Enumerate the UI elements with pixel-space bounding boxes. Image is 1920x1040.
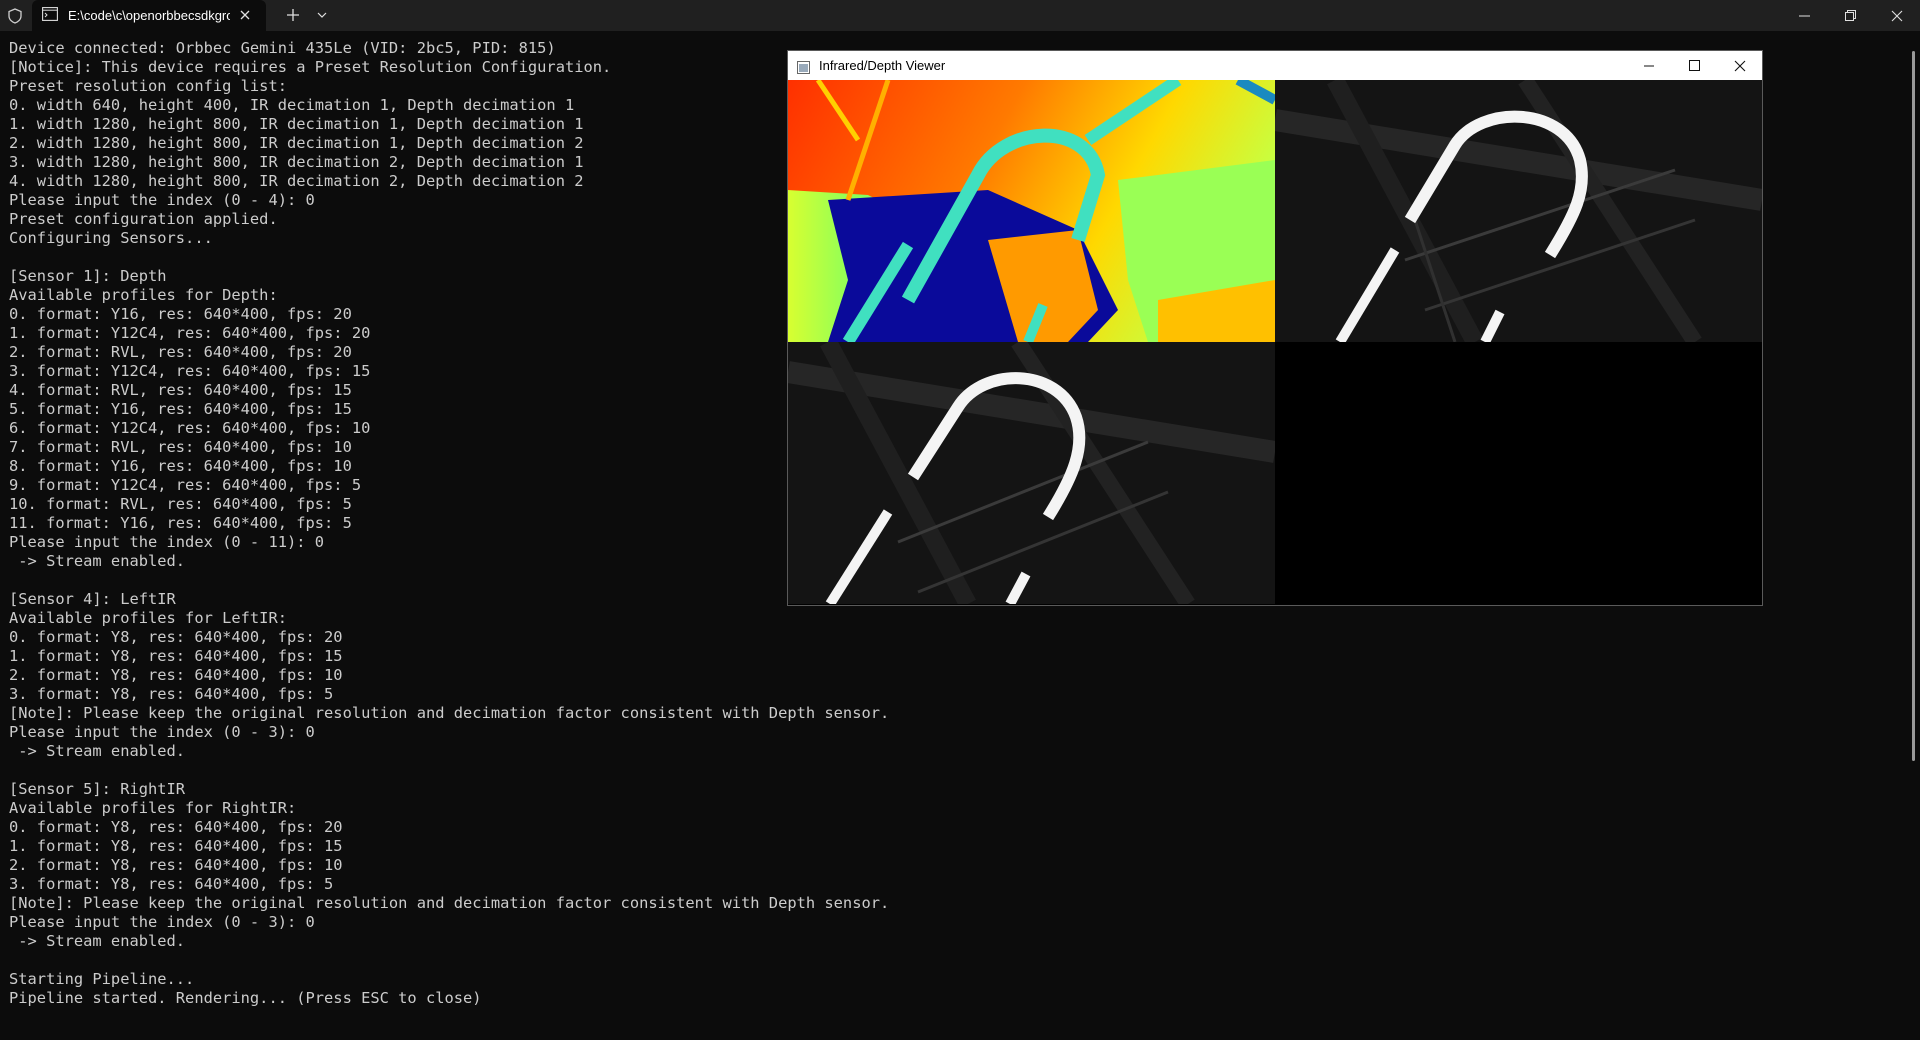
terminal-line: 3. format: Y8, res: 640*400, fps: 5	[9, 685, 334, 703]
terminal-line: 3. format: Y8, res: 640*400, fps: 5	[9, 875, 334, 893]
right-ir-image	[788, 342, 1275, 604]
minimize-icon[interactable]	[1782, 0, 1828, 31]
terminal-line: [Sensor 5]: RightIR	[9, 780, 186, 798]
terminal-line: -> Stream enabled.	[9, 742, 186, 760]
shield-icon	[0, 0, 30, 31]
viewer-maximize-icon[interactable]	[1672, 51, 1717, 80]
right-ir-stream-pane	[788, 342, 1275, 604]
terminal-line: [Note]: Please keep the original resolut…	[9, 894, 890, 912]
terminal-line: -> Stream enabled.	[9, 932, 186, 950]
terminal-line: Pipeline started. Rendering... (Press ES…	[9, 989, 482, 1007]
terminal-line: Available profiles for LeftIR:	[9, 609, 287, 627]
viewer-minimize-icon[interactable]	[1627, 51, 1672, 80]
terminal-line: 2. format: Y8, res: 640*400, fps: 10	[9, 666, 343, 684]
left-ir-image	[1275, 80, 1762, 342]
terminal-icon	[42, 6, 58, 25]
terminal-line: 0. format: Y8, res: 640*400, fps: 20	[9, 818, 343, 836]
terminal-line: 0. format: Y8, res: 640*400, fps: 20	[9, 628, 343, 646]
terminal-line: Available profiles for RightIR:	[9, 799, 297, 817]
terminal-titlebar: E:\code\c\openorbbecsdkgrou	[0, 0, 1920, 31]
depth-stream-pane	[788, 80, 1275, 342]
terminal-line: Starting Pipeline...	[9, 970, 195, 988]
terminal-line: Please input the index (0 - 3): 0	[9, 913, 315, 931]
chevron-down-icon[interactable]	[314, 5, 330, 25]
terminal-scrollbar[interactable]	[1906, 31, 1920, 1040]
tab-terminal[interactable]: E:\code\c\openorbbecsdkgrou	[32, 0, 266, 31]
viewer-title: Infrared/Depth Viewer	[819, 58, 946, 73]
depth-image	[788, 80, 1275, 342]
viewer-titlebar[interactable]: Infrared/Depth Viewer	[788, 51, 1762, 80]
terminal-line: [Note]: Please keep the original resolut…	[9, 704, 890, 722]
restore-icon[interactable]	[1828, 0, 1874, 31]
terminal-line: 2. format: Y8, res: 640*400, fps: 10	[9, 856, 343, 874]
infrared-depth-viewer-window[interactable]: Infrared/Depth Viewer	[787, 50, 1763, 606]
terminal-line: 1. format: Y8, res: 640*400, fps: 15	[9, 837, 343, 855]
window-app-icon	[797, 59, 810, 74]
close-window-icon[interactable]	[1874, 0, 1920, 31]
terminal-line: 1. format: Y8, res: 640*400, fps: 15	[9, 647, 343, 665]
empty-stream-pane	[1275, 342, 1762, 604]
close-tab-icon[interactable]	[236, 6, 254, 24]
tab-title: E:\code\c\openorbbecsdkgrou	[68, 8, 230, 23]
viewer-close-icon[interactable]	[1717, 51, 1762, 80]
new-tab-icon[interactable]	[283, 5, 303, 25]
terminal-line: Please input the index (0 - 3): 0	[9, 723, 315, 741]
scrollbar-thumb[interactable]	[1912, 51, 1915, 761]
left-ir-stream-pane	[1275, 80, 1762, 342]
